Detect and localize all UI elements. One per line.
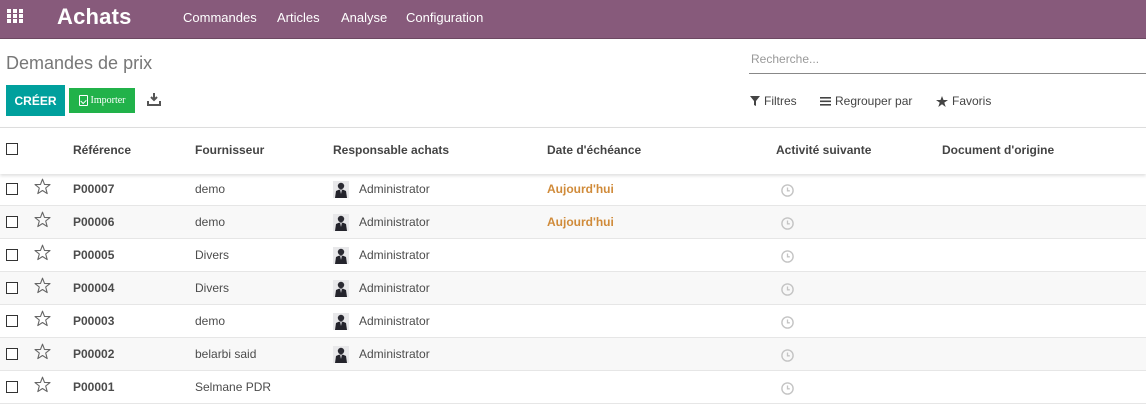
file-excel-icon [78, 95, 88, 106]
favorite-star-icon[interactable] [34, 277, 51, 294]
activity-clock-icon[interactable] [781, 250, 794, 263]
cell-supplier: belarbi said [195, 347, 257, 361]
table-header: Référence Fournisseur Responsable achats… [0, 127, 1146, 174]
cell-buyer: Administrator [359, 215, 430, 229]
top-navbar: Achats Commandes Articles Analyse Config… [0, 0, 1146, 39]
favorite-star-icon[interactable] [34, 376, 51, 393]
cell-reference: P00006 [73, 215, 115, 229]
table-row[interactable]: P00005 Divers Administrator [0, 239, 1146, 272]
app-title[interactable]: Achats [57, 4, 132, 30]
activity-clock-icon[interactable] [781, 349, 794, 362]
filters-button[interactable]: Filtres [750, 94, 797, 108]
row-checkbox[interactable] [6, 381, 18, 393]
cell-buyer: Administrator [359, 281, 430, 295]
favorite-star-icon[interactable] [34, 211, 51, 228]
column-header-next-activity[interactable]: Activité suivante [776, 143, 871, 157]
cell-supplier: demo [195, 215, 226, 229]
row-checkbox[interactable] [6, 348, 18, 360]
cell-due-date: Aujourd'hui [547, 182, 614, 196]
select-all-checkbox[interactable] [6, 143, 18, 155]
favorite-star-icon[interactable] [34, 244, 51, 261]
cell-supplier: Selmane PDR [195, 380, 272, 394]
table-row[interactable]: P00001 Selmane PDR [0, 371, 1146, 404]
favorites-label: Favoris [952, 94, 992, 108]
cell-reference: P00003 [73, 314, 115, 328]
favorites-button[interactable]: Favoris [936, 94, 991, 108]
favorite-star-icon[interactable] [34, 343, 51, 360]
favorite-star-icon[interactable] [34, 310, 51, 327]
cell-supplier: demo [195, 182, 226, 196]
import-button[interactable]: Importer [69, 88, 135, 113]
filter-icon [750, 96, 760, 106]
search-bar [749, 48, 1146, 74]
table-row[interactable]: P00004 Divers Administrator [0, 272, 1146, 305]
menu-commandes[interactable]: Commandes [183, 10, 257, 25]
row-checkbox[interactable] [6, 183, 18, 195]
cell-supplier: demo [195, 314, 226, 328]
create-button[interactable]: CRÉER [6, 85, 65, 116]
column-header-due-date[interactable]: Date d'échéance [547, 143, 641, 157]
column-header-supplier[interactable]: Fournisseur [195, 143, 264, 157]
row-checkbox[interactable] [6, 282, 18, 294]
avatar [333, 313, 349, 330]
download-icon[interactable] [147, 92, 161, 106]
row-checkbox[interactable] [6, 216, 18, 228]
activity-clock-icon[interactable] [781, 217, 794, 230]
cell-reference: P00001 [73, 380, 115, 394]
star-icon [936, 95, 948, 107]
avatar [333, 181, 349, 198]
menu-articles[interactable]: Articles [277, 10, 320, 25]
bars-icon [820, 97, 831, 106]
group-by-label: Regrouper par [835, 94, 913, 108]
activity-clock-icon[interactable] [781, 316, 794, 329]
row-checkbox[interactable] [6, 315, 18, 327]
search-input[interactable] [749, 48, 1143, 70]
import-label: Importer [90, 95, 126, 106]
activity-clock-icon[interactable] [781, 382, 794, 395]
apps-grid-icon[interactable] [7, 9, 25, 23]
cell-due-date: Aujourd'hui [547, 215, 614, 229]
column-header-reference[interactable]: Référence [73, 143, 131, 157]
cell-reference: P00004 [73, 281, 115, 295]
menu-analyse[interactable]: Analyse [341, 10, 387, 25]
avatar [333, 280, 349, 297]
avatar [333, 346, 349, 363]
cell-supplier: Divers [195, 281, 230, 295]
page-title: Demandes de prix [6, 53, 153, 73]
cell-reference: P00005 [73, 248, 115, 262]
row-checkbox[interactable] [6, 249, 18, 261]
group-by-button[interactable]: Regrouper par [820, 94, 912, 108]
cell-buyer: Administrator [359, 182, 430, 196]
avatar [333, 247, 349, 264]
menu-configuration[interactable]: Configuration [406, 10, 483, 25]
cell-buyer: Administrator [359, 347, 430, 361]
activity-clock-icon[interactable] [781, 184, 794, 197]
cell-reference: P00002 [73, 347, 115, 361]
column-header-source-document[interactable]: Document d'origine [942, 143, 1054, 157]
avatar [333, 214, 349, 231]
cell-supplier: Divers [195, 248, 230, 262]
cell-buyer: Administrator [359, 248, 430, 262]
favorite-star-icon[interactable] [34, 178, 51, 195]
cell-reference: P00007 [73, 182, 115, 196]
table-row[interactable]: P00006 demo Administrator Aujourd'hui [0, 206, 1146, 239]
activity-clock-icon[interactable] [781, 283, 794, 296]
table-row[interactable]: P00007 demo Administrator Aujourd'hui [0, 173, 1146, 206]
cell-buyer: Administrator [359, 314, 430, 328]
column-header-buyer[interactable]: Responsable achats [333, 143, 449, 157]
table-row[interactable]: P00003 demo Administrator [0, 305, 1146, 338]
filters-label: Filtres [764, 94, 797, 108]
table-row[interactable]: P00002 belarbi said Administrator [0, 338, 1146, 371]
